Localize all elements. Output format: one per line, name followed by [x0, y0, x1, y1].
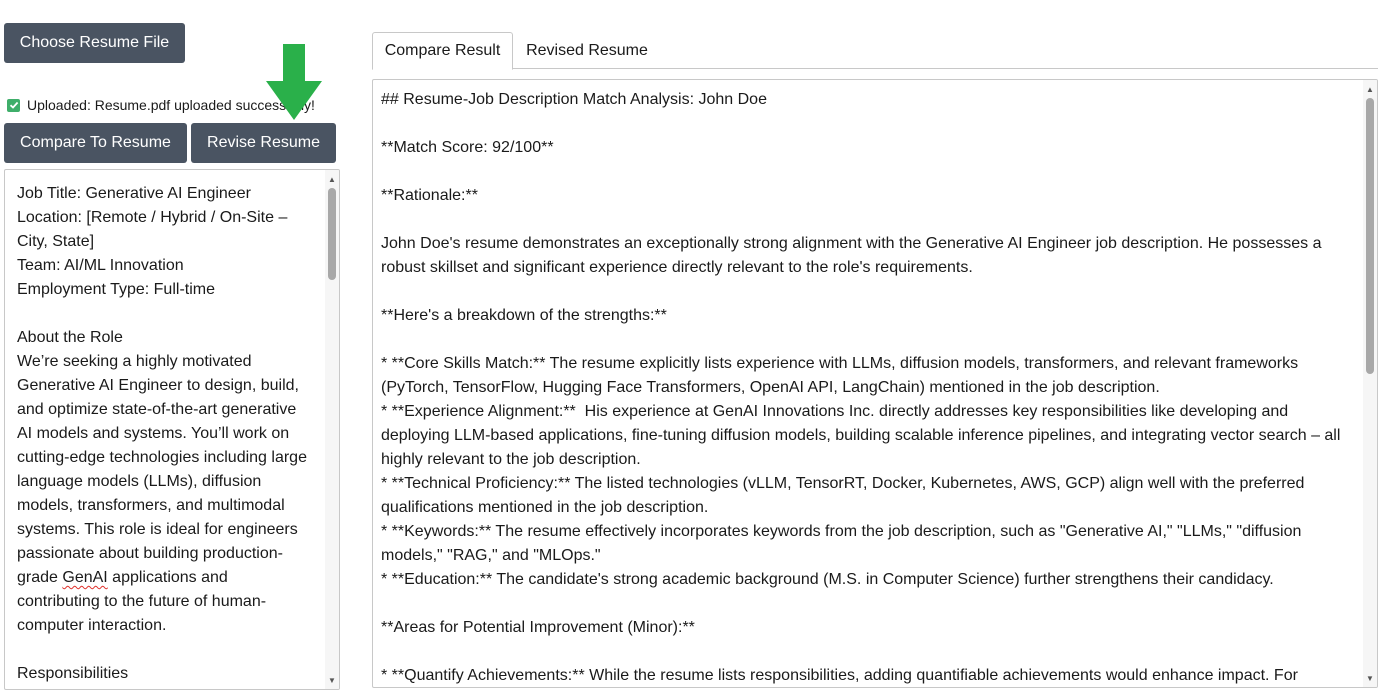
- compare-result-panel[interactable]: ## Resume-Job Description Match Analysis…: [372, 79, 1378, 688]
- scroll-down-arrow-icon[interactable]: ▼: [325, 673, 339, 687]
- revise-resume-button[interactable]: Revise Resume: [191, 123, 336, 163]
- job-description-text: Job Title: Generative AI Engineer Locati…: [17, 185, 307, 682]
- scroll-down-arrow-icon[interactable]: ▼: [1363, 671, 1377, 685]
- compare-result-text: ## Resume-Job Description Match Analysis…: [381, 91, 1341, 684]
- checkbox-checked-icon[interactable]: [7, 98, 20, 112]
- compare-result-scrollbar[interactable]: ▲ ▼: [1363, 80, 1377, 687]
- scroll-thumb[interactable]: [328, 188, 336, 280]
- compare-to-resume-button[interactable]: Compare To Resume: [4, 123, 187, 163]
- job-description-textarea[interactable]: Job Title: Generative AI Engineer Locati…: [4, 169, 340, 690]
- scroll-thumb[interactable]: [1366, 98, 1374, 374]
- arrow-down-icon: [266, 44, 322, 120]
- choose-resume-file-button[interactable]: Choose Resume File: [4, 23, 185, 63]
- tab-compare-result[interactable]: Compare Result: [372, 32, 513, 70]
- job-description-scrollbar[interactable]: ▲ ▼: [325, 170, 339, 689]
- scroll-up-arrow-icon[interactable]: ▲: [325, 172, 339, 186]
- result-tabs: Compare Result Revised Resume: [372, 32, 1378, 70]
- scroll-up-arrow-icon[interactable]: ▲: [1363, 82, 1377, 96]
- tab-revised-resume[interactable]: Revised Resume: [514, 32, 660, 69]
